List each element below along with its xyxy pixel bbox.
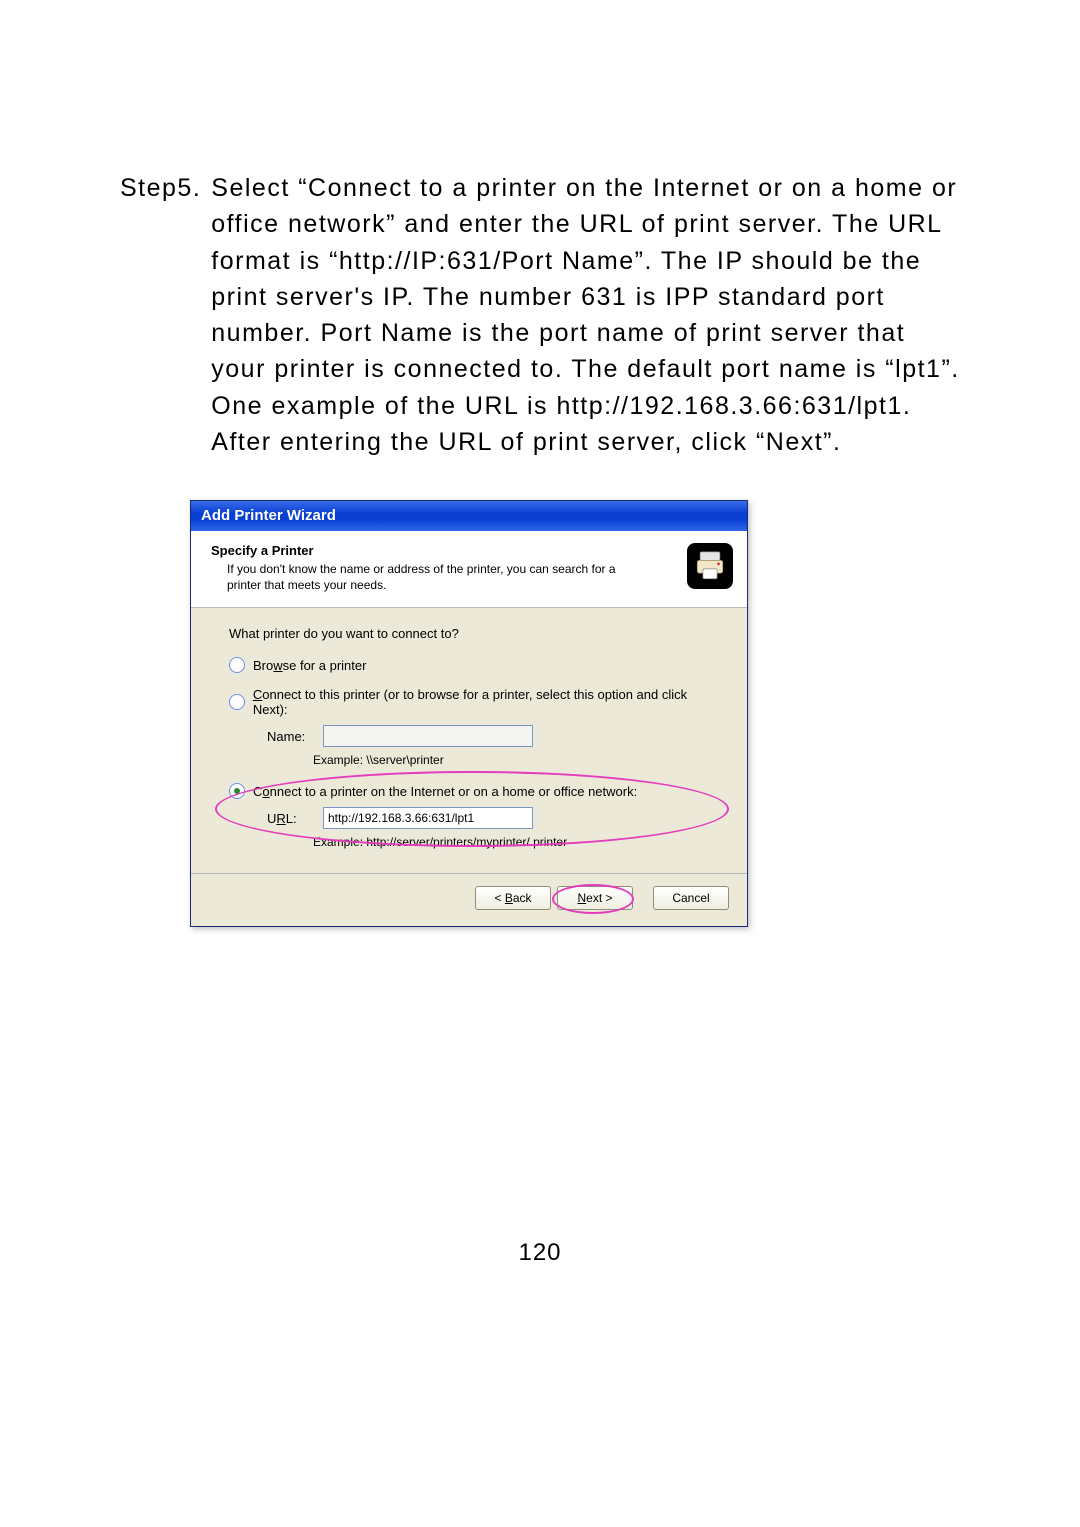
step-body: Select “Connect to a printer on the Inte…: [211, 170, 960, 460]
example-unc: Example: \\server\printer: [313, 753, 721, 767]
radio-icon: [229, 694, 245, 710]
radio-label: Connect to this printer (or to browse fo…: [253, 687, 721, 717]
add-printer-wizard-dialog: Add Printer Wizard Specify a Printer If …: [190, 500, 748, 927]
radio-connect-internet-printer[interactable]: Connect to a printer on the Internet or …: [229, 783, 721, 799]
printer-url-input[interactable]: [323, 807, 533, 829]
wizard-question: What printer do you want to connect to?: [229, 626, 721, 641]
radio-label: Connect to a printer on the Internet or …: [253, 784, 637, 799]
wizard-header-title: Specify a Printer: [211, 543, 687, 558]
page-number: 120: [0, 1239, 1080, 1267]
radio-label: Browse for a printer: [253, 658, 366, 673]
step-instruction: Step5. Select “Connect to a printer on t…: [120, 170, 960, 460]
wizard-footer: < Back Next > Cancel: [191, 873, 747, 926]
next-button[interactable]: Next >: [557, 886, 633, 910]
wizard-header: Specify a Printer If you don't know the …: [191, 531, 747, 608]
radio-icon: [229, 657, 245, 673]
radio-connect-named-printer[interactable]: Connect to this printer (or to browse fo…: [229, 687, 721, 717]
url-label: URL:: [267, 811, 323, 826]
radio-browse-printer[interactable]: Browse for a printer: [229, 657, 721, 673]
printer-url-row: URL:: [267, 807, 721, 829]
back-button[interactable]: < Back: [475, 886, 551, 910]
printer-icon: [687, 543, 733, 589]
wizard-titlebar: Add Printer Wizard: [191, 501, 747, 531]
wizard-title: Add Printer Wizard: [201, 507, 336, 524]
printer-name-row: Name:: [267, 725, 721, 747]
name-label: Name:: [267, 729, 323, 744]
document-page: Step5. Select “Connect to a printer on t…: [0, 0, 1080, 1527]
example-url: Example: http://server/printers/myprinte…: [313, 835, 721, 849]
wizard-body: What printer do you want to connect to? …: [191, 608, 747, 873]
cancel-button[interactable]: Cancel: [653, 886, 729, 910]
step-label: Step5.: [120, 170, 211, 460]
printer-name-input: [323, 725, 533, 747]
radio-icon-selected: [229, 783, 245, 799]
wizard-header-description: If you don't know the name or address of…: [211, 561, 647, 593]
